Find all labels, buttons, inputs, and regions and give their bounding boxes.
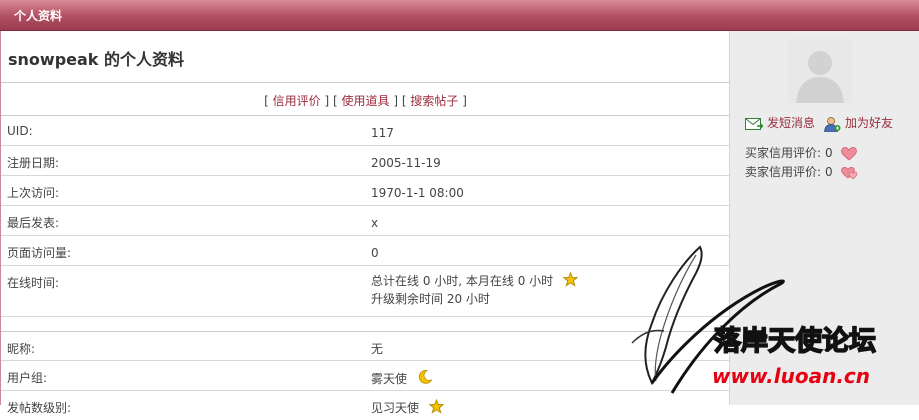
search-posts-link[interactable]: 搜索帖子	[410, 94, 458, 108]
send-message-button[interactable]: 发短消息	[745, 114, 815, 131]
bracket: [	[401, 94, 407, 108]
row-value: x	[371, 216, 379, 230]
row-label: 注册日期:	[7, 156, 60, 170]
send-message-label: 发短消息	[767, 116, 816, 130]
online-time-line1: 总计在线 0 小时, 本月在线 0 小时	[371, 274, 554, 288]
seller-credit-label: 卖家信用评价:	[745, 165, 822, 179]
row-label: 昵称:	[7, 342, 36, 356]
row-value: 0	[371, 246, 379, 260]
row-label: 用户组:	[7, 371, 48, 385]
add-friend-button[interactable]: 加为好友	[823, 114, 893, 132]
sidebar-actions: 发短消息 加为好友	[745, 114, 915, 134]
row-label: 发帖数级别:	[7, 401, 72, 415]
page-title: snowpeak 的个人资料	[8, 50, 185, 69]
row-value: 总计在线 0 小时, 本月在线 0 小时 升级剩余时间 20 小时	[371, 271, 579, 308]
profile-row-last-post: 最后发表: x	[1, 206, 730, 236]
page-header: 个人资料	[0, 0, 919, 31]
divider	[1, 82, 730, 83]
row-value: 117	[371, 126, 394, 140]
watermark-name: 落岸天使论坛	[714, 326, 876, 357]
watermark-url: www.luoan.cn	[712, 364, 870, 388]
profile-row-uid: UID: 117	[1, 116, 730, 146]
header-title: 个人资料	[14, 9, 63, 23]
post-level-name: 见习天使	[371, 401, 420, 415]
star-icon	[562, 271, 579, 287]
buyer-credit: 买家信用评价: 0	[745, 144, 857, 161]
seller-credit: 卖家信用评价: 0	[745, 163, 859, 180]
profile-row-last-visit: 上次访问: 1970-1-1 08:00	[1, 176, 730, 206]
buyer-credit-label: 买家信用评价:	[745, 146, 822, 160]
heart-icon	[840, 146, 857, 160]
bracket: ]	[462, 94, 467, 108]
row-value: 1970-1-1 08:00	[371, 186, 464, 200]
row-value: 雾天使	[371, 369, 433, 388]
credit-rating-link[interactable]: 信用评价	[273, 94, 321, 108]
use-props-link[interactable]: 使用道具	[341, 94, 389, 108]
bracket: ]	[324, 94, 330, 108]
moon-icon	[418, 370, 433, 384]
seller-credit-value: 0	[825, 165, 833, 179]
add-user-icon	[824, 116, 841, 132]
row-value: 见习天使	[371, 398, 445, 417]
row-label: 最后发表:	[7, 216, 60, 230]
avatar	[788, 39, 852, 103]
user-group-name: 雾天使	[371, 372, 408, 386]
buyer-credit-value: 0	[825, 146, 833, 160]
profile-row-register-date: 注册日期: 2005-11-19	[1, 146, 730, 176]
online-time-line2: 升级剩余时间 20 小时	[371, 292, 490, 306]
bracket: [	[332, 94, 338, 108]
row-label: 页面访问量:	[7, 246, 72, 260]
row-value: 无	[371, 342, 384, 356]
forum-watermark: 落岸天使论坛 www.luoan.cn	[631, 245, 877, 394]
row-label: UID:	[7, 124, 33, 138]
row-value: 2005-11-19	[371, 156, 441, 170]
action-links: [ 信用评价 ] [ 使用道具 ] [ 搜索帖子 ]	[1, 92, 730, 109]
star-icon	[428, 398, 445, 414]
row-label: 在线时间:	[7, 276, 60, 290]
row-label: 上次访问:	[7, 186, 60, 200]
envelope-icon	[745, 117, 764, 130]
bracket: [	[264, 94, 269, 108]
add-friend-label: 加为好友	[845, 116, 894, 130]
bracket: ]	[393, 94, 399, 108]
heart-icon	[840, 166, 857, 179]
